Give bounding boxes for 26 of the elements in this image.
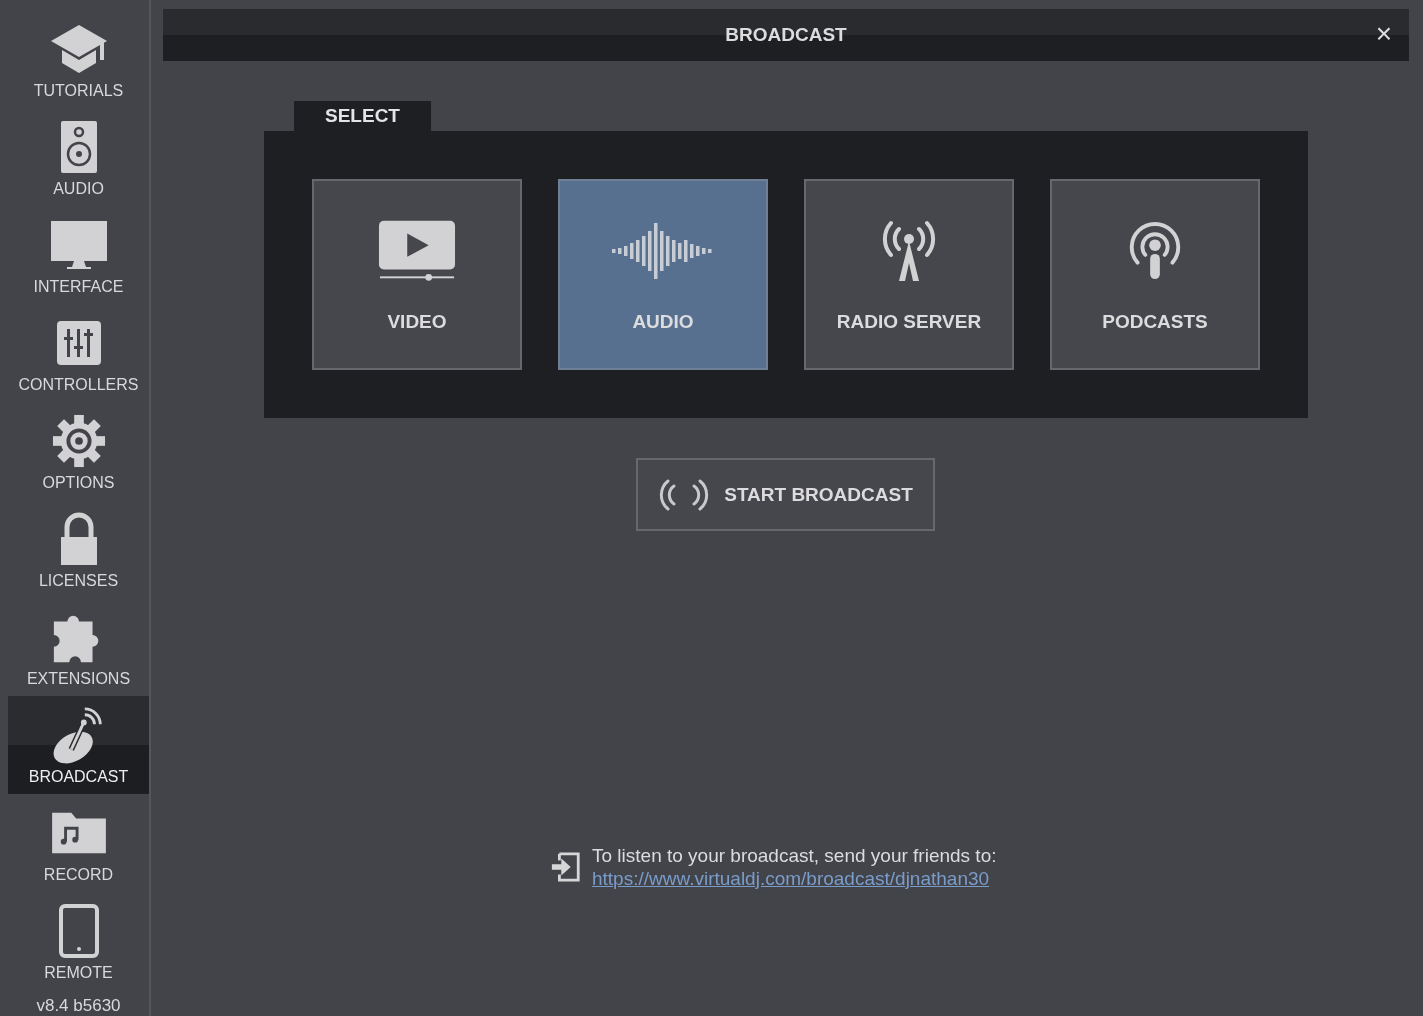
speaker-icon	[58, 119, 99, 175]
gear-icon	[51, 414, 106, 468]
sidebar-item[interactable]: AUDIO	[8, 108, 149, 206]
sidebar-item[interactable]: LICENSES	[8, 500, 149, 598]
sidebar-item[interactable]: REMOTE	[8, 892, 149, 990]
video-player-icon	[378, 219, 456, 283]
broadcast-option[interactable]: VIDEO	[312, 179, 522, 370]
mixer-icon	[54, 319, 103, 367]
sidebar-item[interactable]: BROADCAST	[8, 696, 149, 794]
sidebar-item[interactable]: OPTIONS	[8, 402, 149, 500]
sidebar-item[interactable]: EXTENSIONS	[8, 598, 149, 696]
sidebar-item[interactable]: INTERFACE	[8, 206, 149, 304]
close-button[interactable]: ×	[1373, 23, 1395, 45]
broadcast-option[interactable]: AUDIO	[558, 179, 768, 370]
login-icon	[550, 850, 582, 884]
sidebar-item[interactable]: RECORD	[8, 794, 149, 892]
tablet-icon	[57, 903, 100, 959]
start-broadcast-button[interactable]: START BROADCAST	[636, 458, 935, 531]
sidebar-item[interactable]: TUTORIALS	[8, 10, 149, 108]
broadcast-option[interactable]: PODCASTS	[1050, 179, 1260, 370]
broadcast-option[interactable]: RADIO SERVER	[804, 179, 1014, 370]
dialog-title: BROADCAST	[725, 24, 847, 46]
padlock-icon	[58, 511, 99, 567]
version-label: v8.4 b5630	[35, 996, 122, 1016]
share-message: To listen to your broadcast, send your friends to: https://www.virtualdj.com/broadcast/djnathan30	[592, 844, 997, 890]
sidebar-item[interactable]: CONTROLLERS	[8, 304, 149, 402]
